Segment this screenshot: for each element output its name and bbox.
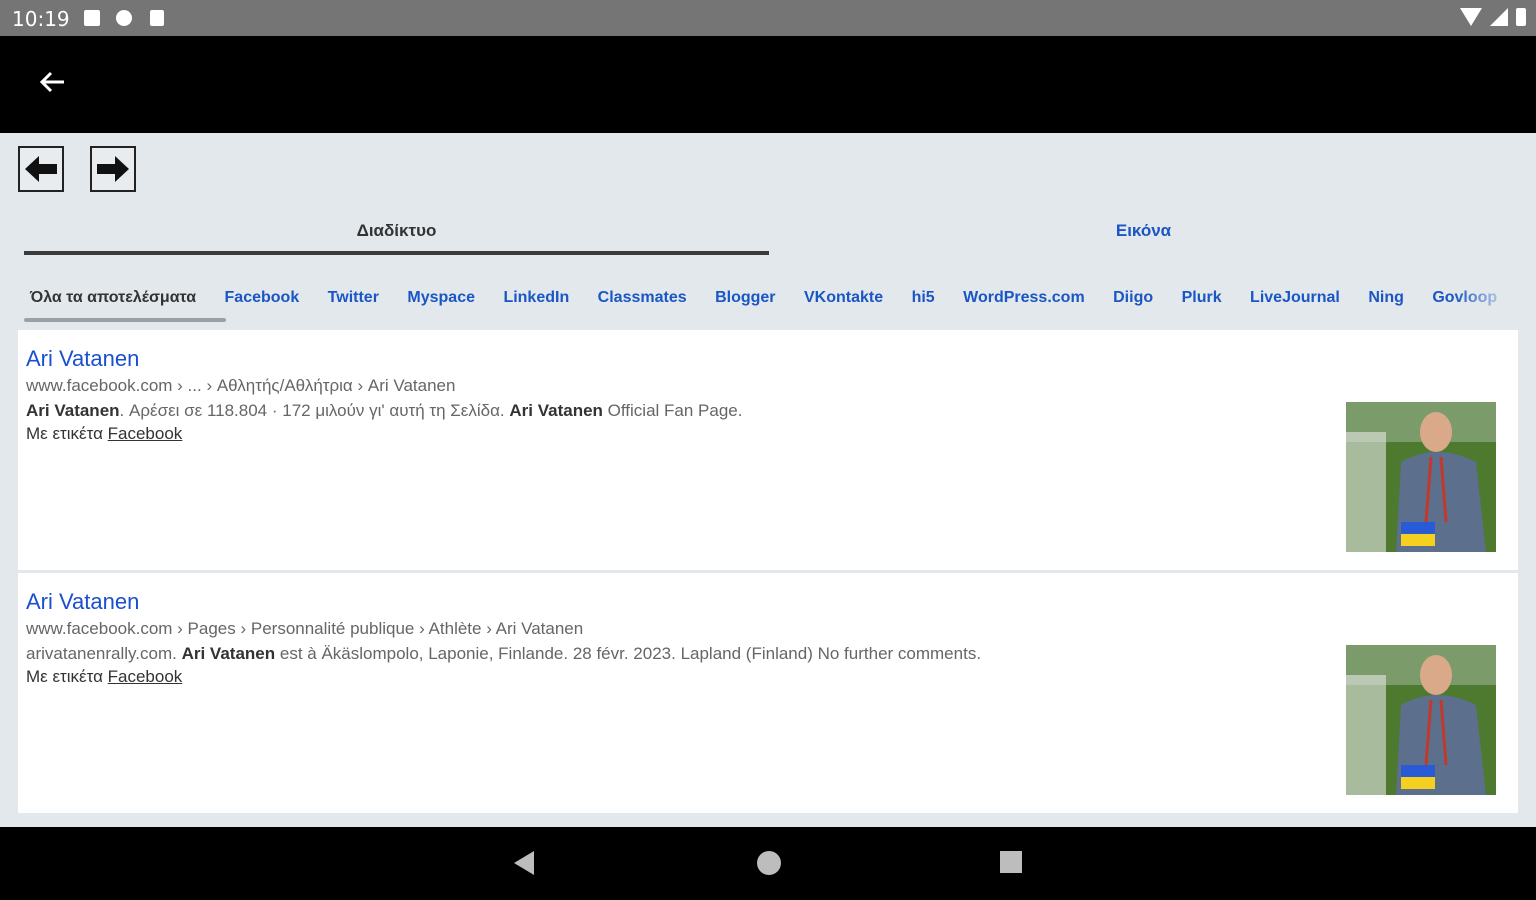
filter-all[interactable]: Όλα τα αποτελέσματα [24, 280, 196, 316]
result-thumbnail[interactable] [1346, 645, 1496, 795]
status-bar: 10:19 [0, 0, 1536, 36]
result-tag: Με ετικέτα Facebook [26, 424, 182, 444]
snippet-text: Official Fan Page. [602, 401, 743, 420]
app-notification-icon [116, 10, 132, 26]
left-arrow-icon [25, 156, 57, 182]
filter-ning[interactable]: Ning [1368, 280, 1404, 316]
filter-hi5[interactable]: hi5 [912, 280, 935, 316]
result-url: www.facebook.com › Pages › Personnalité … [26, 619, 584, 638]
battery-icon [1516, 8, 1526, 26]
signal-icon [1490, 8, 1508, 26]
app-bar [0, 36, 1536, 133]
filter-diigo[interactable]: Diigo [1113, 280, 1153, 316]
right-arrow-icon [97, 156, 129, 182]
result-title[interactable]: Ari Vatanen [26, 346, 139, 372]
tag-prefix: Με ετικέτα [26, 424, 108, 443]
system-home-icon[interactable] [757, 851, 781, 875]
sd-card-icon [150, 10, 164, 26]
filter-wordpress[interactable]: WordPress.com [963, 280, 1085, 316]
tag-link[interactable]: Facebook [108, 424, 183, 443]
result-snippet: Ari Vatanen. Αρέσει σε 118.804 · 172 μιλ… [26, 401, 742, 421]
tab-images[interactable]: Εικόνα [769, 212, 1518, 254]
system-nav-bar [0, 827, 1536, 900]
tag-link[interactable]: Facebook [108, 667, 183, 686]
tab-indicator [24, 251, 769, 255]
page-forward-button[interactable] [90, 146, 136, 192]
filter-twitter[interactable]: Twitter [328, 280, 379, 316]
filter-vkontakte[interactable]: VKontakte [804, 280, 883, 316]
snippet-text: est à Äkäslompolo, Laponie, Finlande. 28… [275, 644, 982, 663]
filter-linkedin[interactable]: LinkedIn [503, 280, 569, 316]
search-result: Ari Vatanen www.facebook.com › Pages › P… [18, 573, 1518, 813]
person-photo-icon [1346, 402, 1496, 552]
tag-prefix: Με ετικέτα [26, 667, 108, 686]
results-list: Ari Vatanen www.facebook.com › ... › Αθλ… [18, 330, 1518, 827]
back-arrow-icon[interactable] [36, 66, 72, 102]
snippet-bold: Ari Vatanen [181, 644, 276, 663]
filter-facebook[interactable]: Facebook [225, 280, 300, 316]
filter-fade [1454, 280, 1514, 328]
site-filter-bar: Όλα τα αποτελέσματα Facebook Twitter Mys… [24, 280, 1514, 328]
snippet-text: arivatanenrally.com. [26, 644, 182, 663]
result-title[interactable]: Ari Vatanen [26, 589, 139, 615]
filter-classmates[interactable]: Classmates [598, 280, 687, 316]
snippet-bold: Ari Vatanen [509, 401, 603, 420]
result-url: www.facebook.com › ... › Αθλητής/Αθλήτρι… [26, 376, 456, 395]
snippet-bold: Ari Vatanen [26, 401, 120, 420]
status-time: 10:19 [12, 7, 70, 31]
result-snippet: arivatanenrally.com. Ari Vatanen est à Ä… [26, 644, 981, 664]
status-right [1460, 8, 1526, 26]
history-nav [18, 146, 136, 192]
filter-livejournal[interactable]: LiveJournal [1250, 280, 1340, 316]
page-back-button[interactable] [18, 146, 64, 192]
filter-indicator [24, 318, 226, 322]
filter-blogger[interactable]: Blogger [715, 280, 775, 316]
search-result: Ari Vatanen www.facebook.com › ... › Αθλ… [18, 330, 1518, 570]
wifi-icon [1460, 8, 1482, 26]
snippet-text: . Αρέσει σε 118.804 · 172 μιλούν γι' αυτ… [119, 401, 510, 420]
person-photo-icon [1346, 645, 1496, 795]
search-type-tabs: Διαδίκτυο Εικόνα [24, 212, 1518, 258]
system-recents-icon[interactable] [1000, 851, 1022, 873]
tab-web[interactable]: Διαδίκτυο [24, 212, 769, 254]
result-thumbnail[interactable] [1346, 402, 1496, 552]
result-tag: Με ετικέτα Facebook [26, 667, 182, 687]
filter-plurk[interactable]: Plurk [1182, 280, 1222, 316]
filter-myspace[interactable]: Myspace [407, 280, 475, 316]
notification-icon [84, 10, 100, 26]
system-back-icon[interactable] [514, 851, 534, 875]
